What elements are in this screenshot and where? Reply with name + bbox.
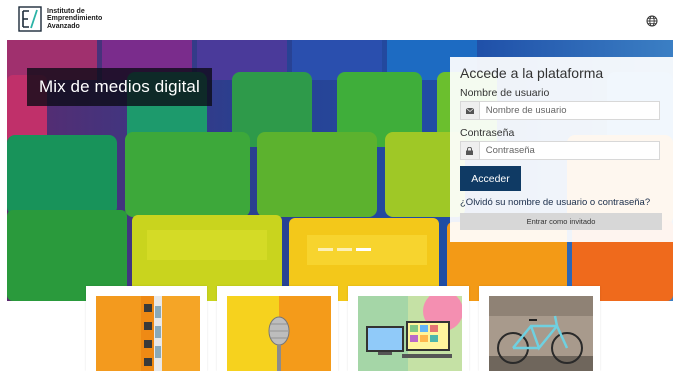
card-image-orange-building <box>96 296 200 371</box>
password-label: Contraseña <box>460 127 515 139</box>
logo-line-1: Instituto de <box>47 7 85 15</box>
globe-icon[interactable] <box>646 15 658 27</box>
card-image-microphone <box>227 296 331 371</box>
login-title: Accede a la plataforma <box>460 65 604 81</box>
card-image-bicycle-wall <box>489 296 593 371</box>
login-panel: Accede a la plataforma Nombre de usuario… <box>450 57 673 242</box>
carousel-indicator-1[interactable] <box>318 248 333 251</box>
password-field-group <box>460 141 660 160</box>
course-card[interactable] <box>86 286 207 371</box>
top-navbar: Instituto de Emprendimiento Avanzado <box>0 0 673 40</box>
course-card[interactable] <box>217 286 338 371</box>
logo-text: Instituto de Emprendimiento Avanzado <box>47 8 102 31</box>
login-button[interactable]: Acceder <box>460 166 521 191</box>
guest-login-button[interactable]: Entrar como invitado <box>460 213 662 230</box>
username-input[interactable] <box>479 105 659 116</box>
carousel-indicator-2[interactable] <box>337 248 352 251</box>
logo-mark-icon <box>18 6 42 32</box>
hero-caption: Mix de medios digital <box>27 68 212 106</box>
envelope-icon <box>461 102 480 119</box>
username-label: Nombre de usuario <box>460 87 550 99</box>
carousel-indicator-3[interactable] <box>356 248 371 251</box>
logo-line-2: Emprendimiento <box>47 15 103 23</box>
logo-line-3: Avanzado <box>47 22 80 30</box>
card-image-video-call-screens <box>358 296 462 371</box>
password-input[interactable] <box>479 145 659 156</box>
username-field-group <box>460 101 660 120</box>
forgot-password-link[interactable]: ¿Olvidó su nombre de usuario o contraseñ… <box>460 197 650 208</box>
carousel-indicators <box>318 248 371 251</box>
site-logo[interactable]: Instituto de Emprendimiento Avanzado <box>18 6 102 32</box>
course-card[interactable] <box>348 286 469 371</box>
course-card[interactable] <box>479 286 600 371</box>
course-cards <box>0 286 673 371</box>
lock-icon <box>461 142 480 159</box>
